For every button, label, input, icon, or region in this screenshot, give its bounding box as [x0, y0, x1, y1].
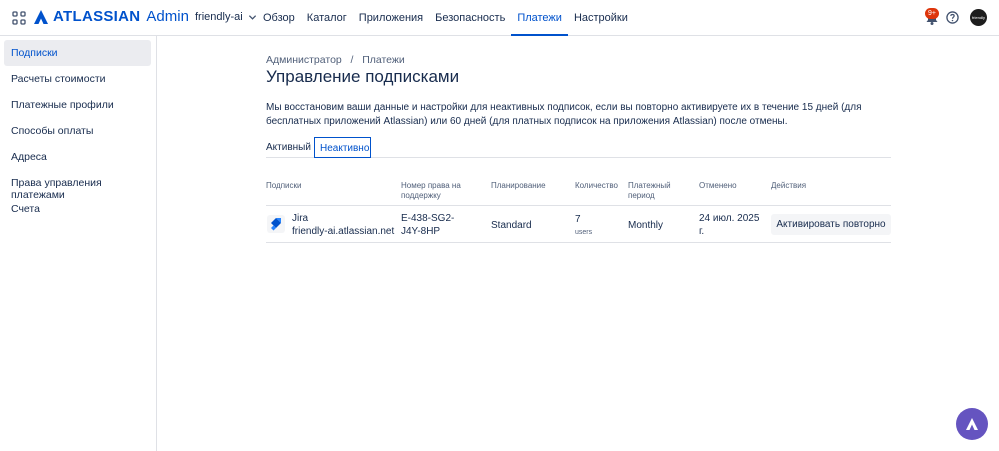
table-cell-quantity: 7 users	[575, 213, 592, 239]
nav-overview[interactable]: Обзор	[257, 0, 301, 36]
column-header-subscriptions: Подписки	[266, 181, 302, 190]
column-header-quantity: Количество	[575, 181, 618, 190]
atlassian-logo[interactable]: ATLASSIAN Admin	[33, 8, 189, 25]
help-icon[interactable]	[946, 11, 959, 24]
avatar[interactable]: friendly	[970, 9, 987, 26]
avatar-label: friendly	[972, 15, 985, 20]
column-header-entitlement: Номер права на поддержку	[401, 181, 461, 200]
table-cell-cancelled: 24 июл. 2025 г.	[699, 213, 760, 237]
breadcrumb: Администратор / Платежи	[266, 54, 405, 66]
table-header-divider	[266, 205, 891, 206]
table-cell-entitlement: E-438-SG2-J4Y-8HP	[401, 213, 455, 237]
org-switcher[interactable]: friendly-ai	[195, 11, 257, 23]
page-title: Управление подписками	[266, 67, 460, 86]
reactivate-button[interactable]: Активировать повторно	[771, 214, 891, 235]
sidebar-item-addresses[interactable]: Адреса	[4, 144, 151, 170]
product-name: Admin	[146, 8, 189, 25]
atlassian-logo-icon	[34, 9, 48, 24]
product-name[interactable]: Jira	[292, 212, 394, 225]
chevron-down-icon	[248, 14, 256, 20]
brand-name: ATLASSIAN	[53, 8, 141, 25]
breadcrumb-admin[interactable]: Администратор	[266, 54, 342, 66]
sidebar-item-billing-permissions[interactable]: Права управления платежами	[4, 170, 151, 201]
column-header-billing-period: Платежный период	[628, 181, 671, 200]
sidebar-item-billing-profiles[interactable]: Платежные профили	[4, 92, 151, 118]
column-header-actions: Действия	[771, 181, 807, 190]
jira-icon	[267, 215, 285, 233]
subscription-tabs: Активный Неактивно	[266, 137, 891, 158]
sidebar-item-subscriptions[interactable]: Подписки	[4, 40, 151, 66]
table-row-divider	[266, 242, 891, 243]
table-cell-plan: Standard	[491, 220, 532, 231]
sidebar: Подписки Расчеты стоимости Платежные про…	[0, 36, 157, 451]
table-cell-product: Jira friendly-ai.atlassian.net	[292, 212, 394, 238]
nav-settings[interactable]: Настройки	[568, 0, 634, 36]
quantity-unit: users	[575, 229, 593, 236]
column-header-cancelled: Отменено	[699, 181, 737, 190]
assistant-icon	[966, 418, 978, 430]
app-switcher-icon[interactable]	[12, 11, 26, 25]
notification-badge: 9+	[925, 8, 939, 19]
nav-apps[interactable]: Приложения	[353, 0, 429, 36]
assistant-button[interactable]	[956, 408, 988, 440]
top-navigation-bar: ATLASSIAN Admin friendly-ai Обзор Катало…	[0, 0, 999, 36]
breadcrumb-billing[interactable]: Платежи	[362, 54, 405, 66]
table-cell-billing-period: Monthly	[628, 220, 664, 231]
main-nav: Обзор Каталог Приложения Безопасность Пл…	[257, 0, 634, 36]
product-site: friendly-ai.atlassian.net	[292, 226, 395, 237]
sidebar-item-invoices[interactable]: Счета	[4, 196, 151, 222]
page-description: Мы восстановим ваши данные и настройки д…	[266, 102, 862, 127]
tab-inactive[interactable]: Неактивно	[314, 137, 371, 158]
breadcrumb-separator: /	[344, 54, 360, 66]
sidebar-item-estimates[interactable]: Расчеты стоимости	[4, 66, 151, 92]
tab-active[interactable]: Активный	[266, 137, 314, 158]
column-header-plan: Планирование	[491, 181, 546, 190]
nav-catalog[interactable]: Каталог	[301, 0, 353, 36]
sidebar-item-payment-methods[interactable]: Способы оплаты	[4, 118, 151, 144]
nav-billing[interactable]: Платежи	[511, 0, 568, 36]
nav-security[interactable]: Безопасность	[429, 0, 511, 36]
quantity-value: 7	[575, 214, 581, 225]
org-name: friendly-ai	[195, 11, 243, 23]
